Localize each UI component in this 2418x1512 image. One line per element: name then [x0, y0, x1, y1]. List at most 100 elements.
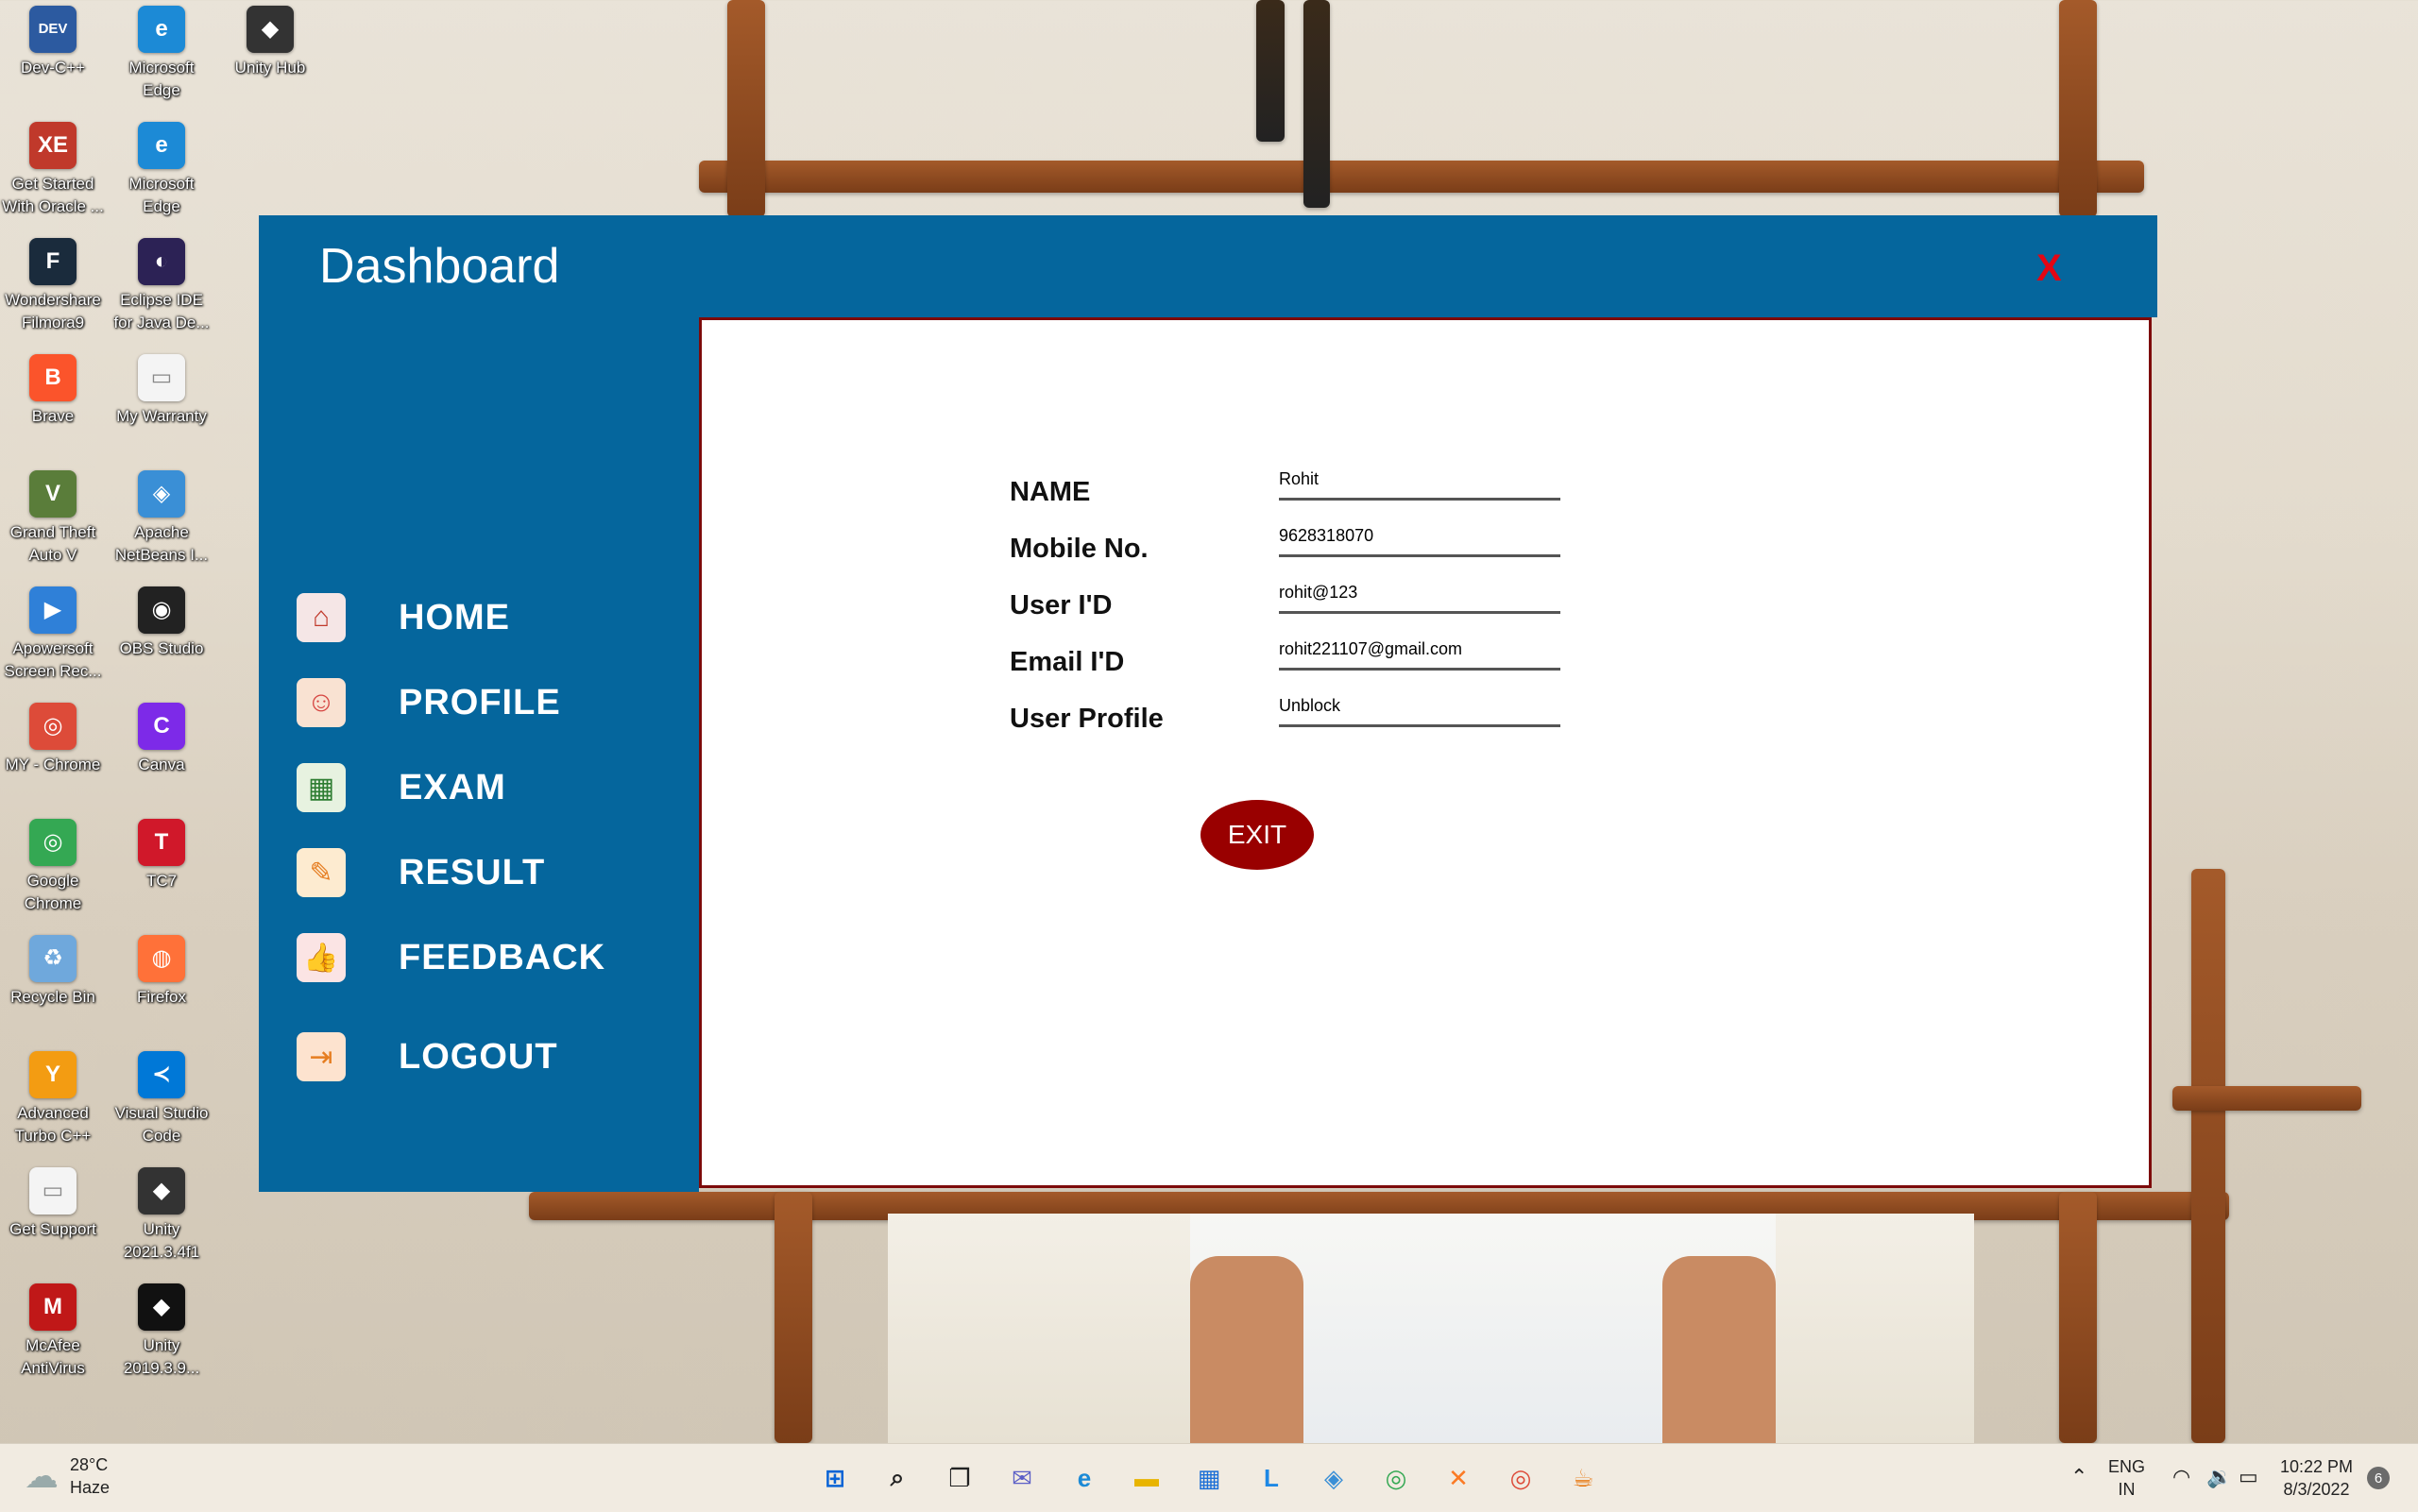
name-field[interactable]	[1279, 460, 1560, 501]
desktop-icon[interactable]: B Brave	[0, 352, 106, 428]
nav-item-feedback[interactable]: 👍 FEEDBACK	[297, 925, 693, 991]
clock[interactable]: 10:22 PM 8/3/2022	[2280, 1455, 2353, 1501]
task-view-icon[interactable]: ❐	[937, 1455, 982, 1501]
email-label: Email I'D	[1010, 647, 1125, 677]
volume-icon[interactable]: 🔉	[2206, 1465, 2232, 1489]
chrome-profile-icon: ◎	[29, 703, 77, 750]
desktop-icon[interactable]: C Canva	[109, 701, 214, 776]
wifi-icon[interactable]: ◠	[2172, 1465, 2190, 1489]
unity-hub-icon: ◆	[247, 6, 294, 53]
devcpp-icon: DEV	[29, 6, 77, 53]
desktop-icon[interactable]: XE Get Started With Oracle ...	[0, 120, 106, 218]
desktop-icon-label: Brave	[31, 407, 75, 425]
start-icon[interactable]: ⊞	[812, 1455, 858, 1501]
netbeans-icon: ◈	[138, 470, 185, 518]
desktop-icon-label: Microsoft Edge	[128, 59, 195, 99]
region-code: IN	[2118, 1480, 2136, 1499]
user-id-field[interactable]	[1279, 573, 1560, 614]
store-icon[interactable]: ▦	[1186, 1455, 1232, 1501]
gta-icon: V	[29, 470, 77, 518]
battery-icon[interactable]: ▭	[2239, 1465, 2258, 1489]
desktop-icon[interactable]: Y Advanced Turbo C++	[0, 1049, 106, 1147]
nav-item-result[interactable]: ✎ RESULT	[297, 840, 693, 906]
desktop-icon[interactable]: ▶ Apowersoft Screen Rec...	[0, 585, 106, 683]
netbeans-icon[interactable]: ◈	[1311, 1455, 1356, 1501]
notification-badge[interactable]: 6	[2367, 1467, 2390, 1489]
desktop-icon[interactable]: M McAfee AntiVirus	[0, 1282, 106, 1380]
desktop-icon[interactable]: ♻ Recycle Bin	[0, 933, 106, 1009]
xampp-icon[interactable]: ✕	[1436, 1455, 1481, 1501]
desktop-icon[interactable]: DEV Dev-C++	[0, 4, 106, 79]
desktop-icon-label: Unity 2021.3.4f1	[123, 1220, 200, 1261]
weather-widget[interactable]: ☁ 28°C Haze	[25, 1453, 110, 1499]
chat-icon[interactable]: ✉	[999, 1455, 1045, 1501]
search-icon[interactable]: ⌕	[875, 1455, 920, 1501]
home-icon: ⌂	[297, 593, 346, 642]
desktop-icon[interactable]: e Microsoft Edge	[109, 120, 214, 218]
desktop-icon-label: Visual Studio Code	[114, 1104, 209, 1145]
mobile-label: Mobile No.	[1010, 534, 1149, 564]
desktop-icon[interactable]: ◐ Eclipse IDE for Java De...	[109, 236, 214, 334]
close-button[interactable]: X	[2036, 247, 2062, 290]
unity-icon: ◆	[138, 1283, 185, 1331]
feedback-icon: 👍	[297, 933, 346, 982]
desktop-icon-label: Get Support	[9, 1220, 96, 1238]
nav-item-profile[interactable]: ☺ PROFILE	[297, 670, 693, 736]
language-indicator[interactable]: ENG IN	[2108, 1455, 2145, 1501]
desktop-icon[interactable]: ◉ OBS Studio	[109, 585, 214, 660]
nav-label: EXAM	[399, 767, 506, 807]
chrome-icon[interactable]: ◎	[1373, 1455, 1419, 1501]
nav-item-logout[interactable]: ⇥ LOGOUT	[297, 1024, 693, 1090]
result-icon: ✎	[297, 848, 346, 897]
desktop-icon-label: Dev-C++	[20, 59, 86, 76]
desktop-icon-label: Unity 2019.3.9...	[123, 1336, 200, 1377]
mcafee-icon: M	[29, 1283, 77, 1331]
chevron-up-icon[interactable]: ⌃	[2070, 1465, 2087, 1489]
chrome-icon: ◎	[29, 819, 77, 866]
desktop-icon[interactable]: ◆ Unity Hub	[217, 4, 323, 79]
desktop-icon-label: Eclipse IDE for Java De...	[113, 291, 210, 331]
launcher-l-icon[interactable]: L	[1249, 1455, 1294, 1501]
clock-date: 8/3/2022	[2283, 1480, 2350, 1499]
oracle-icon: XE	[29, 122, 77, 169]
desktop-icon[interactable]: V Grand Theft Auto V	[0, 468, 106, 567]
desktop-icon-label: Canva	[138, 756, 185, 773]
desktop-icon[interactable]: ◎ MY - Chrome	[0, 701, 106, 776]
nav-label: RESULT	[399, 852, 546, 892]
edge-icon: e	[138, 122, 185, 169]
weather-description: Haze	[70, 1478, 111, 1497]
clock-time: 10:22 PM	[2280, 1457, 2354, 1476]
desktop-icon[interactable]: ◍ Firefox	[109, 933, 214, 1009]
window-header: Dashboard X	[259, 215, 2157, 317]
nav-label: LOGOUT	[399, 1036, 558, 1077]
java-icon[interactable]: ☕	[1560, 1455, 1606, 1501]
desktop-icon-label: MY - Chrome	[5, 756, 101, 773]
nav-item-exam[interactable]: ▦ EXAM	[297, 755, 693, 821]
desktop-icon[interactable]: ◈ Apache NetBeans I...	[109, 468, 214, 567]
desktop-icon[interactable]: ▭ My Warranty	[109, 352, 214, 428]
desktop-icon[interactable]: ◆ Unity 2019.3.9...	[109, 1282, 214, 1380]
taskbar: ☁ 28°C Haze ⊞ ⌕ ❐ ✉ e ▬ ▦ L ◈ ◎ ✕ ◎ ☕ ⌃ ENG IN ◠ 🔉 ▭…	[0, 1443, 2418, 1512]
desktop-icon[interactable]: ▭ Get Support	[0, 1165, 106, 1241]
file-explorer-icon[interactable]: ▬	[1124, 1455, 1169, 1501]
desktop-icon[interactable]: F Wondershare Filmora9	[0, 236, 106, 334]
desktop-icon[interactable]: T TC7	[109, 817, 214, 892]
edge-icon[interactable]: e	[1062, 1455, 1107, 1501]
email-field[interactable]	[1279, 630, 1560, 671]
user-profile-field[interactable]	[1279, 687, 1560, 727]
language-code: ENG	[2108, 1457, 2146, 1476]
exit-button[interactable]: EXIT	[1200, 800, 1314, 870]
desktop-icon-label: Microsoft Edge	[128, 175, 195, 215]
desktop-icon[interactable]: ≺ Visual Studio Code	[109, 1049, 214, 1147]
mobile-field[interactable]	[1279, 517, 1560, 557]
chrome-profile-icon[interactable]: ◎	[1498, 1455, 1543, 1501]
user-id-label: User I'D	[1010, 590, 1113, 620]
desktop-icon-label: TC7	[145, 872, 178, 890]
dashboard-window: Dashboard X ⌂ HOME ☺ PROFILE ▦ EXAM ✎ RE…	[259, 215, 2157, 1192]
sidebar: ⌂ HOME ☺ PROFILE ▦ EXAM ✎ RESULT 👍 FEEDB…	[259, 317, 699, 1192]
profile-panel: NAME Mobile No. User I'D Email I'D User …	[699, 317, 2152, 1188]
desktop-icon[interactable]: e Microsoft Edge	[109, 4, 214, 102]
desktop-icon[interactable]: ◆ Unity 2021.3.4f1	[109, 1165, 214, 1264]
nav-item-home[interactable]: ⌂ HOME	[297, 585, 693, 651]
desktop-icon[interactable]: ◎ Google Chrome	[0, 817, 106, 915]
